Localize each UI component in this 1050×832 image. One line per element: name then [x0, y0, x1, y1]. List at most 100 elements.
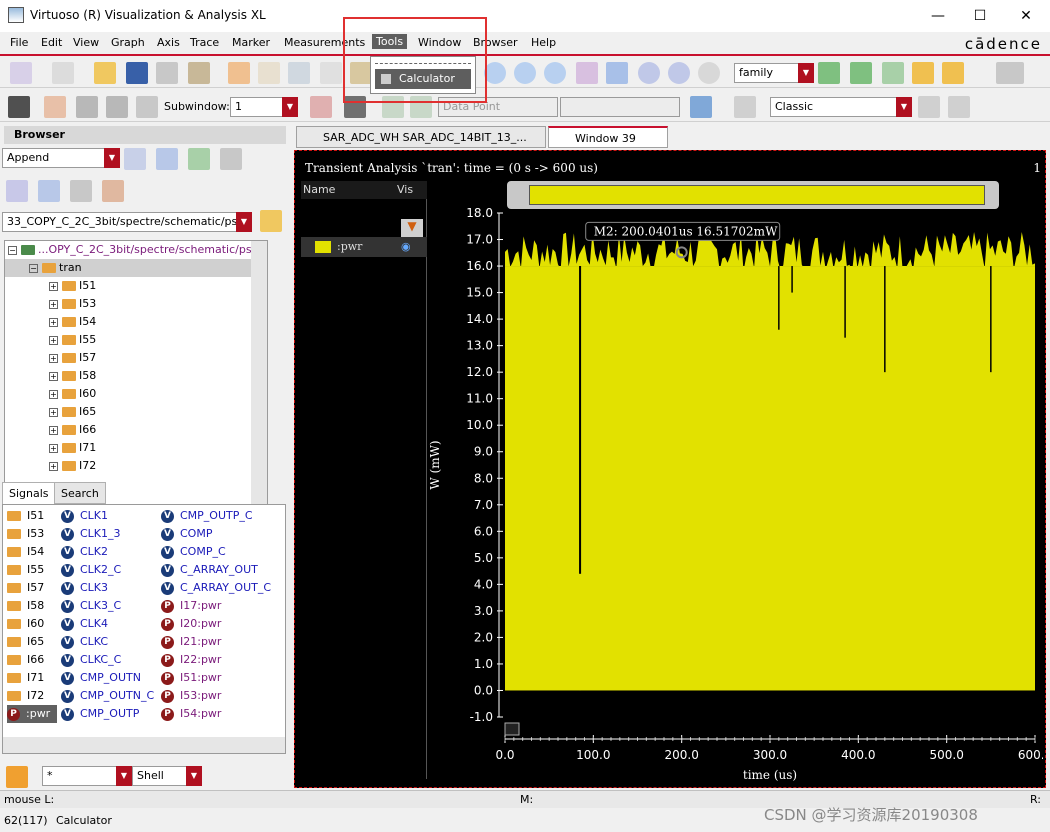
menu-file[interactable]: File — [10, 36, 28, 49]
tab-sar-adc[interactable]: SAR_ADC_WH SAR_ADC_14BIT_13_... — [296, 126, 546, 148]
signal-item[interactable]: V COMP_C — [161, 543, 226, 561]
layout-icon-4[interactable] — [912, 62, 934, 84]
fork-icon[interactable] — [38, 180, 60, 202]
new-window-icon[interactable] — [10, 62, 32, 84]
signal-item[interactable]: V CLK3 — [61, 579, 108, 597]
redo-icon[interactable] — [258, 62, 280, 84]
marker-wand-icon[interactable] — [8, 96, 30, 118]
print-icon[interactable] — [156, 62, 178, 84]
new-subwindow-icon[interactable] — [52, 62, 74, 84]
expand-icon[interactable]: + — [49, 317, 58, 327]
zoom-out-icon[interactable] — [668, 62, 690, 84]
properties-icon[interactable] — [918, 96, 940, 118]
menu-item-calculator[interactable]: Calculator — [375, 69, 471, 89]
menu-marker[interactable]: Marker — [232, 36, 270, 49]
flag-icon[interactable] — [310, 96, 332, 118]
signal-item[interactable]: V CLK4 — [61, 615, 108, 633]
cut-icon[interactable] — [288, 62, 310, 84]
signal-item[interactable]: I65 — [7, 633, 44, 651]
maximize-button[interactable]: ☐ — [970, 6, 990, 26]
signal-item[interactable]: V CMP_OUTN — [61, 669, 141, 687]
signal-item[interactable]: V C_ARRAY_OUT_C — [161, 579, 271, 597]
signal-item[interactable]: I54 — [7, 543, 44, 561]
tree-item[interactable]: + I53 — [5, 295, 267, 313]
signal-item[interactable]: P I53:pwr — [161, 687, 221, 705]
signal-item[interactable]: I55 — [7, 561, 44, 579]
zoom-fit-icon[interactable] — [576, 62, 598, 84]
signal-item[interactable]: P:pwr — [7, 705, 57, 723]
tree-item[interactable]: + I51 — [5, 277, 267, 295]
expand-icon[interactable]: + — [49, 335, 58, 345]
signal-item[interactable]: I51 — [7, 507, 44, 525]
expand-icon[interactable]: + — [49, 389, 58, 399]
legend-trace-row[interactable]: :pwr ◉ — [301, 237, 427, 257]
layout-icon-3[interactable] — [882, 62, 904, 84]
path-select[interactable]: 33_COPY_C_2C_3bit/spectre/schematic/psf ▼ — [2, 212, 252, 232]
tree-item[interactable]: + I54 — [5, 313, 267, 331]
calculator-icon[interactable] — [734, 96, 756, 118]
tearoff-line[interactable] — [375, 63, 471, 64]
split-icon[interactable] — [106, 96, 128, 118]
layout-icon-5[interactable] — [942, 62, 964, 84]
export-icon[interactable] — [188, 148, 210, 170]
signal-item[interactable]: I72 — [7, 687, 44, 705]
magnifier-icon[interactable] — [698, 62, 720, 84]
menu-help[interactable]: Help — [531, 36, 556, 49]
signal-item[interactable]: V CLK1_3 — [61, 525, 121, 543]
signal-item[interactable]: I60 — [7, 615, 44, 633]
tree-item[interactable]: + I65 — [5, 403, 267, 421]
signal-item[interactable]: V C_ARRAY_OUT — [161, 561, 258, 579]
list-icon[interactable] — [70, 180, 92, 202]
expand-icon[interactable]: + — [49, 425, 58, 435]
stack-icon[interactable] — [76, 96, 98, 118]
signal-item[interactable]: P I22:pwr — [161, 651, 221, 669]
filter-input[interactable]: * ▼ — [42, 766, 132, 786]
time-scroller[interactable] — [507, 181, 999, 209]
waveform-icon[interactable] — [188, 62, 210, 84]
signal-item[interactable]: V CLK1 — [61, 507, 108, 525]
wave-icon[interactable] — [6, 180, 28, 202]
plot-icon[interactable] — [124, 148, 146, 170]
tab-signals[interactable]: Signals — [2, 482, 56, 504]
signal-item[interactable]: I66 — [7, 651, 44, 669]
waveform-chart[interactable]: 18.0 17.0 16.0 15.0 14.0 13.0 12.0 11.0 10.0 9.0 8… — [425, 207, 1043, 787]
expand-icon[interactable]: + — [49, 461, 58, 471]
signal-item[interactable]: V CLK2 — [61, 543, 108, 561]
visibility-icon[interactable] — [948, 96, 970, 118]
minimize-button[interactable]: — — [928, 6, 948, 26]
tile-icon[interactable] — [136, 96, 158, 118]
subwindow-select[interactable]: 1 ▼ — [230, 97, 298, 117]
signal-item[interactable]: P I54:pwr — [161, 705, 221, 723]
zoom-x-icon[interactable] — [514, 62, 536, 84]
save-icon[interactable] — [126, 62, 148, 84]
menu-graph[interactable]: Graph — [111, 36, 145, 49]
tree-item[interactable]: + I72 — [5, 457, 267, 475]
signals-hscrollbar[interactable] — [3, 737, 285, 753]
expand-icon[interactable]: + — [49, 443, 58, 453]
signal-item[interactable]: P I21:pwr — [161, 633, 221, 651]
signal-item[interactable]: I71 — [7, 669, 44, 687]
signal-item[interactable]: P I51:pwr — [161, 669, 221, 687]
menu-axis[interactable]: Axis — [157, 36, 180, 49]
expand-icon[interactable]: + — [49, 353, 58, 363]
grid-icon[interactable] — [996, 62, 1024, 84]
signal-item[interactable]: V CMP_OUTN_C — [61, 687, 154, 705]
undo-icon[interactable] — [228, 62, 250, 84]
browse-folder-icon[interactable] — [260, 210, 282, 232]
tree-item[interactable]: + I71 — [5, 439, 267, 457]
overlay-icon[interactable] — [156, 148, 178, 170]
signal-item[interactable]: V CLK2_C — [61, 561, 121, 579]
signal-item[interactable]: P I20:pwr — [161, 615, 221, 633]
histogram-icon[interactable] — [690, 96, 712, 118]
tab-search[interactable]: Search — [54, 482, 106, 504]
shell-select[interactable]: Shell ▼ — [132, 766, 202, 786]
filter-icon[interactable] — [6, 766, 28, 788]
signal-item[interactable]: V CMP_OUTP_C — [161, 507, 253, 525]
layout-icon-1[interactable] — [818, 62, 840, 84]
menu-trace[interactable]: Trace — [190, 36, 219, 49]
data-point-value[interactable] — [560, 97, 680, 117]
table-icon[interactable] — [220, 148, 242, 170]
signal-item[interactable]: P I17:pwr — [161, 597, 221, 615]
close-button[interactable]: ✕ — [1016, 6, 1036, 26]
signal-item[interactable]: V CLKC — [61, 633, 108, 651]
